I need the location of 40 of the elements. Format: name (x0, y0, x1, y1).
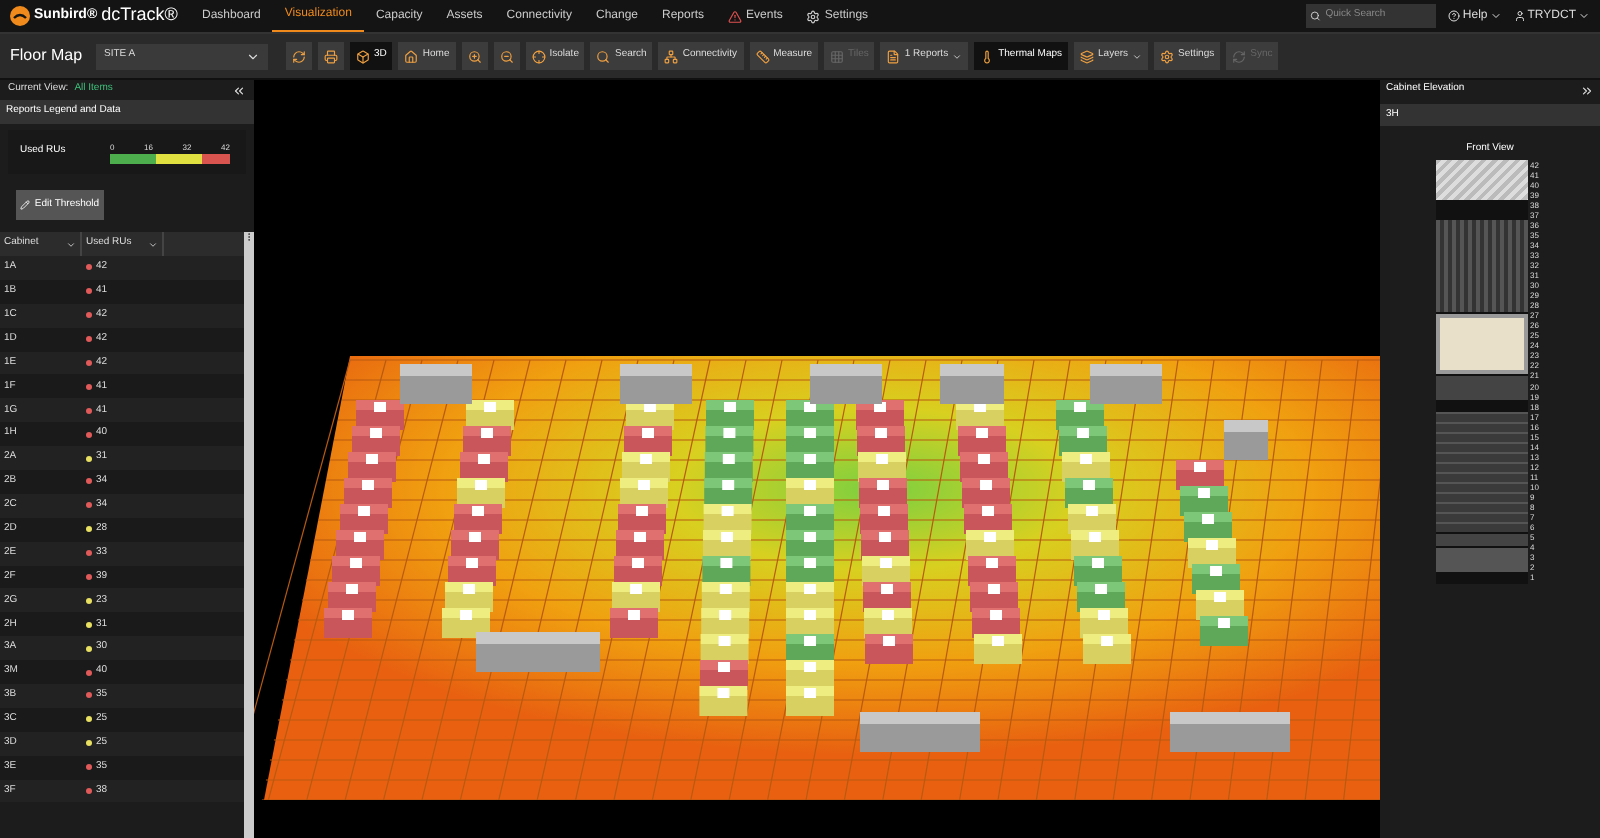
crosshair-icon (531, 49, 546, 63)
caret-icon (1132, 51, 1143, 61)
search-icon (596, 49, 611, 63)
refresh-icon (292, 49, 306, 63)
network-icon (664, 49, 679, 63)
expand-icon[interactable] (1580, 83, 1594, 97)
refresh-icon (1232, 49, 1247, 63)
document-icon (886, 49, 901, 63)
settings-icon (806, 9, 821, 23)
zoom-in-icon (467, 49, 482, 63)
caret-icon (246, 49, 260, 63)
ruler-icon (755, 49, 770, 63)
thermometer-icon (980, 49, 995, 63)
help-icon (1448, 10, 1461, 22)
layers-icon (1080, 49, 1095, 63)
settings-icon (1160, 49, 1175, 63)
toolbar-button[interactable] (286, 42, 312, 70)
print-icon (324, 49, 338, 63)
edit-icon (20, 200, 31, 210)
collapse-icon[interactable] (232, 83, 246, 97)
caret-icon (952, 51, 963, 61)
scrollbar[interactable] (244, 232, 254, 838)
zoom-out-icon (499, 49, 514, 63)
caret-icon (148, 239, 158, 249)
alert-icon (728, 9, 743, 23)
floor-map-title: Floor Map (10, 44, 85, 68)
search-icon (1310, 10, 1322, 22)
sun-logo-icon (10, 6, 30, 26)
cube-icon (356, 49, 370, 63)
toolbar-button[interactable] (318, 42, 344, 70)
toolbar-button[interactable] (461, 42, 488, 70)
toolbar-button[interactable] (493, 42, 520, 70)
caret-icon (1578, 10, 1590, 22)
home-icon (404, 49, 419, 63)
user-icon (1513, 10, 1526, 22)
grid-icon (830, 49, 845, 63)
threshold-bar (110, 153, 230, 163)
caret-icon (1489, 10, 1502, 22)
product-name: dcTrack® (101, 2, 178, 29)
caret-icon (66, 239, 76, 249)
